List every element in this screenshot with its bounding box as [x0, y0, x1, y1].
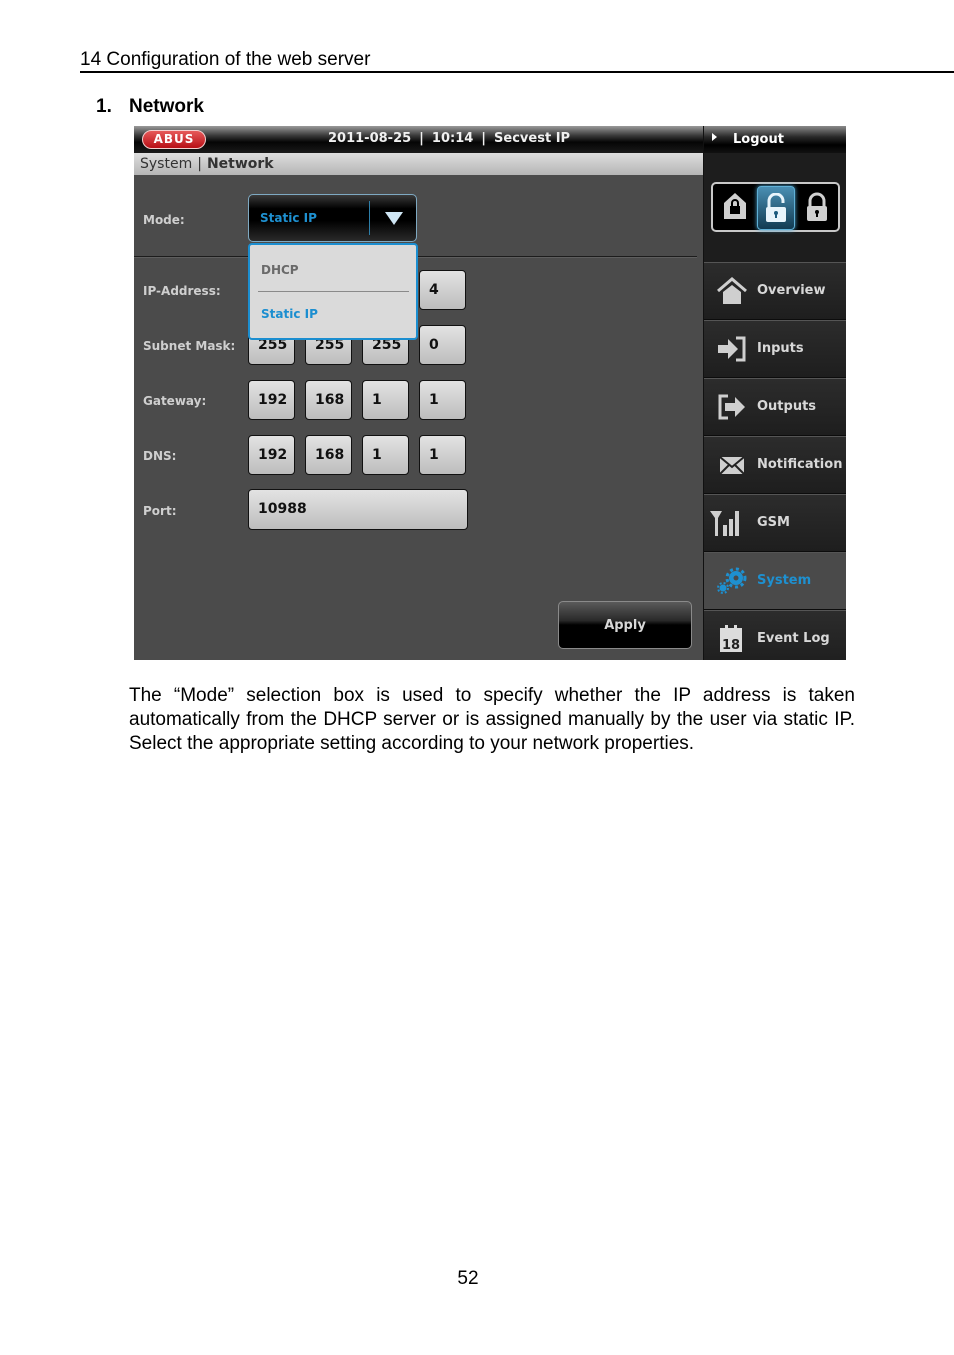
nav-menu: Overview Inputs Outputs Notification GSM… [704, 262, 846, 660]
network-form: Mode: Static IP DHCP Static IP IP-Addres… [134, 175, 703, 660]
port-input[interactable]: 10988 [248, 489, 468, 530]
section-number: 1. [96, 96, 112, 117]
chapter-header: 14 Configuration of the web server [80, 48, 954, 73]
page-number: 52 [457, 1268, 479, 1289]
subnet-octet-4[interactable]: 0 [419, 325, 466, 365]
web-server-screenshot: ABUS 2011-08-25 | 10:14 | Secvest IP Logout … [134, 126, 846, 660]
breadcrumb-separator: | [197, 156, 202, 172]
logout-button[interactable]: Logout [703, 126, 846, 153]
mode-dropdown: DHCP Static IP [248, 243, 418, 340]
nav-item-notification[interactable]: Notification [704, 436, 846, 494]
option-separator [258, 291, 409, 292]
nav-item-event-log[interactable]: 18 Event Log [704, 610, 846, 660]
lock-icon [807, 192, 827, 221]
lock-button[interactable] [799, 186, 835, 228]
unlock-button[interactable] [757, 186, 795, 230]
select-divider [369, 201, 370, 235]
nav-item-gsm[interactable]: GSM [704, 494, 846, 552]
gateway-octet-3[interactable]: 1 [362, 380, 409, 420]
nav-label: Event Log [757, 631, 830, 646]
gears-icon [717, 567, 747, 594]
output-icon [718, 394, 745, 420]
nav-label: Inputs [757, 341, 804, 356]
dns-octet-3[interactable]: 1 [362, 435, 409, 475]
mode-option-static-ip[interactable]: Static IP [261, 307, 318, 321]
status-info: 2011-08-25 | 10:14 | Secvest IP [328, 131, 570, 146]
home-icon [717, 277, 747, 304]
sidebar: Overview Inputs Outputs Notification GSM… [703, 153, 846, 660]
nav-label: GSM [757, 515, 790, 530]
nav-item-outputs[interactable]: Outputs [704, 378, 846, 436]
mode-value: Static IP [260, 211, 317, 225]
nav-label: Overview [757, 283, 826, 298]
ip-octet-4[interactable]: 4 [419, 270, 466, 310]
dns-octet-4[interactable]: 1 [419, 435, 466, 475]
dns-octet-1[interactable]: 192 [248, 435, 295, 475]
body-paragraph: The “Mode” selection box is used to spec… [129, 685, 855, 754]
gateway-octet-2[interactable]: 168 [305, 380, 352, 420]
input-icon [718, 336, 746, 362]
separator: | [481, 131, 487, 146]
time: 10:14 [431, 131, 474, 146]
date: 2011-08-25 [328, 131, 412, 146]
calendar-day: 18 [722, 638, 740, 653]
envelope-icon [719, 456, 745, 475]
arm-mode-switch [711, 182, 840, 232]
chevron-down-icon[interactable] [385, 212, 403, 225]
top-bar: ABUS 2011-08-25 | 10:14 | Secvest IP [134, 126, 703, 153]
abus-logo: ABUS [142, 130, 206, 149]
home-lock-icon [724, 193, 746, 219]
mode-option-dhcp[interactable]: DHCP [261, 263, 299, 277]
nav-item-inputs[interactable]: Inputs [704, 320, 846, 378]
logout-label: Logout [733, 132, 784, 147]
dns-label: DNS: [143, 449, 177, 463]
breadcrumb: System | Network [134, 153, 703, 175]
separator: | [419, 131, 424, 146]
mode-label: Mode: [143, 213, 185, 227]
apply-button[interactable]: Apply [558, 601, 692, 649]
gateway-label: Gateway: [143, 394, 207, 408]
signal-icon [710, 511, 739, 536]
nav-item-system[interactable]: System [704, 552, 846, 610]
mode-select[interactable]: Static IP [248, 194, 417, 242]
home-lock-button[interactable] [717, 186, 753, 228]
gateway-octet-1[interactable]: 192 [248, 380, 295, 420]
unlock-icon [766, 193, 786, 222]
section-heading: 1. Network [96, 96, 204, 118]
product-name: Secvest IP [494, 131, 571, 146]
section-title: Network [129, 96, 204, 117]
calendar-icon: 18 [720, 625, 742, 653]
nav-label: System [757, 573, 812, 588]
nav-item-overview[interactable]: Overview [704, 262, 846, 320]
dns-octet-2[interactable]: 168 [305, 435, 352, 475]
nav-label: Notification [757, 457, 843, 472]
port-label: Port: [143, 504, 177, 518]
ip-address-label: IP-Address: [143, 284, 221, 298]
gateway-octet-4[interactable]: 1 [419, 380, 466, 420]
arrow-right-icon [712, 133, 717, 141]
breadcrumb-network: Network [206, 156, 274, 172]
nav-label: Outputs [757, 399, 817, 414]
subnet-mask-label: Subnet Mask: [143, 339, 236, 353]
breadcrumb-system[interactable]: System [140, 153, 192, 175]
